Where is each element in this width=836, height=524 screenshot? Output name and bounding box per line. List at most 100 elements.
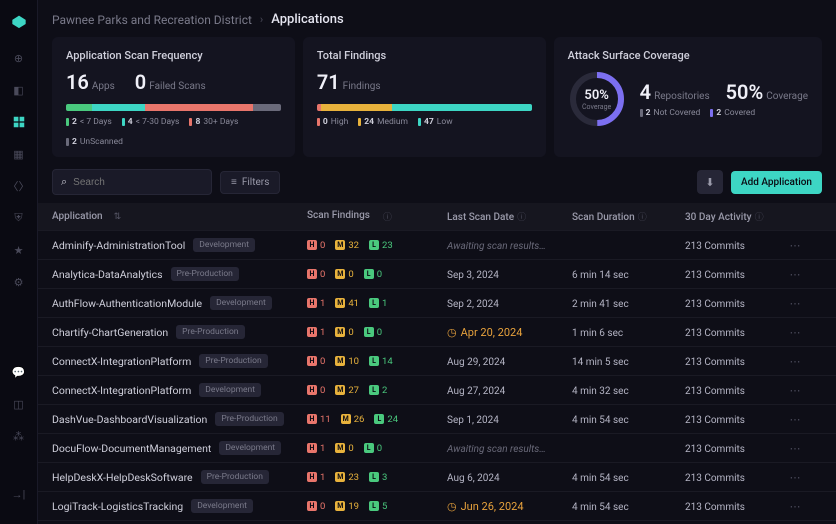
awaiting-text: Awaiting scan results… [447, 444, 546, 455]
table-row[interactable]: DocuFlow-DocumentManagement Development … [38, 434, 836, 463]
row-menu-icon[interactable]: ⋯ [785, 413, 805, 426]
repos-count: 4 [640, 80, 651, 104]
severity-high: H1 [307, 327, 325, 338]
card-title: Attack Surface Coverage [568, 49, 808, 62]
applications-table: Application ⇅ Scan Findings ⓘ Last Scan Da… [38, 203, 836, 524]
severity-medium: M10 [335, 356, 359, 367]
legend-item: 4< 7-30 Days [122, 117, 180, 127]
activity: 213 Commits [685, 502, 745, 513]
legend-item: 0High [317, 117, 348, 127]
col-duration-header[interactable]: Scan Duration [572, 212, 635, 223]
row-menu-icon[interactable]: ⋯ [785, 500, 805, 513]
table-row[interactable]: ConnectX-IntegrationPlatform Development… [38, 376, 836, 405]
row-menu-icon[interactable]: ⋯ [785, 326, 805, 339]
sort-icon[interactable]: ⇅ [114, 212, 122, 222]
info-icon[interactable]: ⓘ [517, 213, 526, 223]
app-name: Chartify-ChartGeneration [52, 326, 168, 339]
legend-item: 2Covered [710, 108, 755, 118]
app-name: LogiTrack-LogisticsTracking [52, 500, 183, 513]
nav-chat-icon[interactable]: 💬 [11, 364, 27, 380]
col-date-header[interactable]: Last Scan Date [447, 212, 514, 223]
info-icon[interactable]: ⓘ [638, 213, 647, 223]
table-row[interactable]: Analytica-DataAnalytics Pre-Production H… [38, 260, 836, 289]
scan-date: Sep 2, 2024 [447, 299, 499, 310]
env-badge: Pre-Production [199, 354, 267, 368]
scan-duration: 4 min 54 sec [572, 415, 629, 426]
severity-medium: M0 [335, 269, 353, 280]
severity-low: L2 [369, 385, 387, 396]
table-row[interactable]: LogiTrack-LogisticsTracking Development … [38, 492, 836, 521]
filter-icon: ≡ [231, 177, 237, 188]
activity: 213 Commits [685, 444, 745, 455]
nav-docs-icon[interactable]: ◫ [11, 396, 27, 412]
severity-high: H0 [307, 240, 325, 251]
severity-high: H1 [307, 472, 325, 483]
breadcrumb-org[interactable]: Pawnee Parks and Recreation District [52, 13, 252, 27]
app-name: HelpDeskX-HelpDeskSoftware [52, 471, 193, 484]
card-title: Application Scan Frequency [66, 49, 281, 62]
row-menu-icon[interactable]: ⋯ [785, 297, 805, 310]
info-icon[interactable]: ⓘ [383, 210, 392, 223]
nav-apps-icon[interactable] [11, 114, 27, 130]
table-row[interactable]: Chartify-ChartGeneration Pre-Production … [38, 318, 836, 347]
table-row[interactable]: AuthFlow-AuthenticationModule Developmen… [38, 289, 836, 318]
nav-debug-icon[interactable]: ⁂ [11, 428, 27, 444]
clock-icon: ◷ [447, 326, 457, 339]
row-menu-icon[interactable]: ⋯ [785, 471, 805, 484]
app-name: Analytica-DataAnalytics [52, 268, 163, 281]
table-row[interactable]: DashVue-DashboardVisualization Pre-Produ… [38, 405, 836, 434]
env-badge: Development [219, 441, 281, 455]
scan-date-warning: ◷Jun 26, 2024 [447, 500, 572, 513]
severity-low: L1 [369, 298, 387, 309]
filters-button[interactable]: ≡ Filters [220, 171, 280, 194]
severity-high: H11 [307, 414, 331, 425]
collapse-icon[interactable]: →| [11, 486, 27, 502]
table-header: Application ⇅ Scan Findings ⓘ Last Scan Da… [38, 203, 836, 231]
row-menu-icon[interactable]: ⋯ [785, 384, 805, 397]
findings-bar [317, 104, 532, 111]
findings-legend: 0High24Medium47Low [317, 117, 532, 127]
row-menu-icon[interactable]: ⋯ [785, 442, 805, 455]
table-row[interactable]: HelpDeskX-HelpDeskSoftware Pre-Productio… [38, 463, 836, 492]
sidebar: ⊕ ◧ ▦ 〈〉 ⛨ ★ ⚙ 💬 ◫ ⁂ →| [0, 0, 38, 524]
nav-grid-icon[interactable]: ▦ [11, 146, 27, 162]
severity-low: L3 [369, 472, 387, 483]
activity: 213 Commits [685, 299, 745, 310]
legend-item: 2< 7 Days [66, 117, 112, 127]
nav-settings-icon[interactable]: ⚙ [11, 274, 27, 290]
app-name: ConnectX-IntegrationPlatform [52, 384, 191, 397]
legend-item: 2UnScanned [66, 137, 123, 147]
activity: 213 Commits [685, 386, 745, 397]
app-name: AuthFlow-AuthenticationModule [52, 297, 202, 310]
nav-users-icon[interactable]: ⛨ [11, 210, 27, 226]
severity-low: L0 [364, 269, 382, 280]
search-box[interactable]: ⌕ [52, 169, 212, 195]
add-application-button[interactable]: Add Application [731, 171, 822, 194]
info-icon[interactable]: ⓘ [755, 213, 764, 223]
severity-high: H1 [307, 298, 325, 309]
col-activity-header[interactable]: 30 Day Activity [685, 212, 752, 223]
nav-home-icon[interactable]: ⊕ [11, 50, 27, 66]
row-menu-icon[interactable]: ⋯ [785, 268, 805, 281]
activity: 213 Commits [685, 357, 745, 368]
col-findings-header[interactable]: Scan Findings [307, 210, 370, 223]
table-row[interactable]: Adminify-AdministrationTool Development … [38, 231, 836, 260]
row-menu-icon[interactable]: ⋯ [785, 355, 805, 368]
severity-low: L14 [369, 356, 393, 367]
row-menu-icon[interactable]: ⋯ [785, 239, 805, 252]
table-row[interactable]: ConnectX-IntegrationPlatform Pre-Product… [38, 347, 836, 376]
activity: 213 Commits [685, 270, 745, 281]
download-button[interactable]: ⬇ [697, 170, 723, 194]
app-name: DocuFlow-DocumentManagement [52, 442, 211, 455]
env-badge: Development [193, 238, 255, 252]
nav-dashboard-icon[interactable]: ◧ [11, 82, 27, 98]
breadcrumb-current: Applications [271, 12, 344, 27]
col-app-header[interactable]: Application [52, 211, 103, 222]
scan-duration: 4 min 32 sec [572, 386, 629, 397]
env-badge: Development [191, 499, 253, 513]
search-input[interactable] [73, 177, 205, 188]
severity-high: H0 [307, 501, 325, 512]
nav-star-icon[interactable]: ★ [11, 242, 27, 258]
logo-icon[interactable] [9, 14, 29, 34]
nav-code-icon[interactable]: 〈〉 [11, 178, 27, 194]
